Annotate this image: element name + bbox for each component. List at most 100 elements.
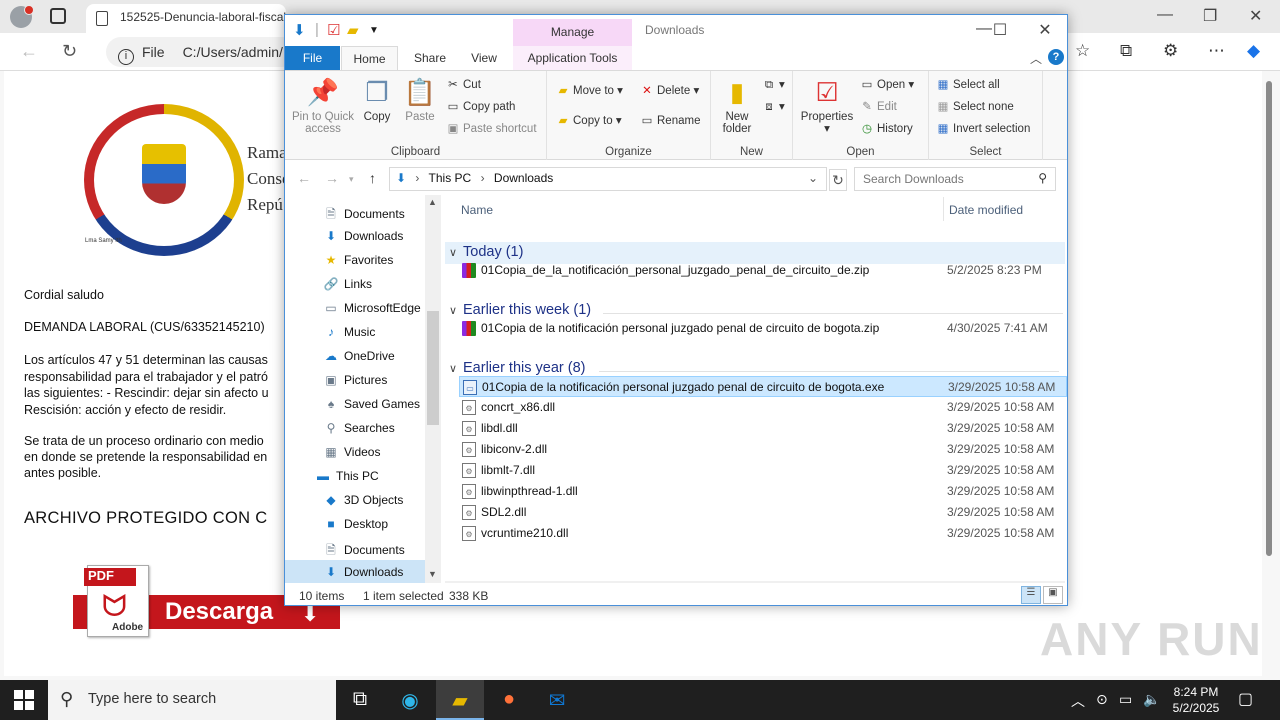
nav-item-favorites[interactable]: ★ Favorites xyxy=(285,248,425,272)
properties-button[interactable]: ☑ Properties ▾ xyxy=(799,77,855,135)
tab-actions-icon[interactable] xyxy=(50,8,66,24)
nav-item-downloads[interactable]: ⬇ Downloads xyxy=(285,560,425,584)
file-row[interactable]: ⚙ libdl.dll 3/29/2025 10:58 AM xyxy=(459,418,1067,439)
copy-button[interactable]: ❐ Copy xyxy=(359,77,395,123)
large-icons-view-icon[interactable]: ▣ xyxy=(1043,586,1063,604)
network-icon[interactable]: ▭ xyxy=(1119,691,1132,708)
column-date-header[interactable]: Date modified xyxy=(949,203,1023,217)
copilot-icon[interactable]: ◆ xyxy=(1247,41,1260,61)
forward-arrow-icon[interactable]: → xyxy=(325,170,339,186)
details-view-icon[interactable]: ☰ xyxy=(1021,586,1041,604)
tab-application-tools[interactable]: Application Tools xyxy=(513,46,632,70)
tab-view[interactable]: View xyxy=(459,46,509,70)
close-button[interactable]: ✕ xyxy=(1030,20,1060,40)
breadcrumb-downloads[interactable]: Downloads xyxy=(494,171,553,185)
invert-selection-button[interactable]: ▦ Invert selection xyxy=(935,121,1031,135)
notifications-icon[interactable]: ▢ xyxy=(1238,689,1253,709)
file-row[interactable]: 01Copia de la notificación personal juzg… xyxy=(459,318,1067,339)
pin-quick-access-button[interactable]: 📌 Pin to Quick access xyxy=(291,77,355,135)
path-bar[interactable]: ⬇ › This PC › Downloads ⌄ xyxy=(389,167,827,191)
rename-button[interactable]: ▭ Rename xyxy=(639,113,701,127)
new-folder-button[interactable]: ▮ New folder xyxy=(715,77,759,135)
more-menu-icon[interactable]: ⋯ xyxy=(1208,41,1225,61)
taskbar-search-input[interactable]: ⚲ Type here to search xyxy=(48,680,336,720)
profile-avatar[interactable] xyxy=(10,5,34,28)
browser-close-button[interactable]: ✕ xyxy=(1249,6,1262,26)
nav-item-pictures[interactable]: ▣ Pictures xyxy=(285,368,425,392)
properties-quick-icon[interactable]: ☑ xyxy=(327,21,340,39)
edge-browser-icon[interactable]: ◉ xyxy=(386,680,434,720)
open-button[interactable]: ▭ Open ▾ xyxy=(859,77,915,91)
file-row[interactable]: ⚙ libiconv-2.dll 3/29/2025 10:58 AM xyxy=(459,439,1067,460)
scroll-up-icon[interactable]: ▲ xyxy=(428,197,437,207)
new-item-button[interactable]: ⧉ ▾ xyxy=(761,77,785,92)
outlook-icon[interactable]: ✉ xyxy=(533,680,581,720)
cut-button[interactable]: ✂ Cut xyxy=(445,77,481,91)
nav-item-microsoftedge[interactable]: ▭ MicrosoftEdge xyxy=(285,296,425,320)
file-row[interactable]: ⚙ concrt_x86.dll 3/29/2025 10:58 AM xyxy=(459,397,1067,418)
collections-icon[interactable]: ⧉ xyxy=(1120,41,1132,61)
page-scrollbar[interactable] xyxy=(1262,71,1280,676)
nav-item-downloads[interactable]: ⬇ Downloads xyxy=(285,224,425,248)
favorite-star-icon[interactable]: ☆ xyxy=(1075,41,1090,61)
up-arrow-icon[interactable]: ↑ xyxy=(369,170,376,186)
move-to-button[interactable]: ▰ Move to ▾ xyxy=(555,83,623,97)
new-folder-quick-icon[interactable]: ▰ xyxy=(347,21,359,39)
easy-access-button[interactable]: ⧈ ▾ xyxy=(761,99,784,114)
volume-icon[interactable]: 🔈 xyxy=(1143,691,1160,708)
copy-path-button[interactable]: ▭ Copy path xyxy=(445,99,516,113)
nav-item-documents[interactable]: 🗎 Documents xyxy=(285,200,425,224)
browser-tab-active[interactable]: 152525-Denuncia-laboral-fiscal xyxy=(86,4,286,33)
delete-button[interactable]: ✕ Delete ▾ xyxy=(639,83,699,97)
tab-share[interactable]: Share xyxy=(405,46,455,70)
browser-restore-button[interactable]: ❐ xyxy=(1203,6,1217,26)
copy-to-button[interactable]: ▰ Copy to ▾ xyxy=(555,113,622,127)
search-input[interactable]: Search Downloads ⚲ xyxy=(854,167,1056,191)
scroll-down-icon[interactable]: ▼ xyxy=(428,569,437,579)
nav-item-documents[interactable]: 🗎 Documents xyxy=(285,536,425,560)
system-clock[interactable]: 8:24 PM 5/2/2025 xyxy=(1166,684,1226,716)
refresh-icon[interactable]: ↻ xyxy=(62,41,77,62)
nav-item-3d-objects[interactable]: ◆ 3D Objects xyxy=(285,488,425,512)
browser-minimize-button[interactable]: — xyxy=(1157,6,1173,24)
nav-item-desktop[interactable]: ■ Desktop xyxy=(285,512,425,536)
nav-item-saved-games[interactable]: ♠ Saved Games xyxy=(285,392,425,416)
edit-button[interactable]: ✎ Edit xyxy=(859,99,897,113)
tab-home[interactable]: Home xyxy=(341,46,398,70)
refresh-icon[interactable]: ↻ xyxy=(829,169,847,191)
breadcrumb-this-pc[interactable]: This PC xyxy=(429,171,472,185)
windows-start-icon[interactable] xyxy=(14,690,34,710)
nav-item-searches[interactable]: ⚲ Searches xyxy=(285,416,425,440)
column-name-header[interactable]: Name xyxy=(461,203,493,217)
firefox-icon[interactable]: ● xyxy=(485,680,533,720)
nav-item-onedrive[interactable]: ☁ OneDrive xyxy=(285,344,425,368)
file-row[interactable]: ⚙ libwinpthread-1.dll 3/29/2025 10:58 AM xyxy=(459,481,1067,502)
history-button[interactable]: ◷ History xyxy=(859,121,913,135)
paste-shortcut-button[interactable]: ▣ Paste shortcut xyxy=(445,121,537,135)
quick-access-arrow-icon[interactable]: ⬇ xyxy=(293,21,306,39)
info-icon[interactable]: i xyxy=(118,49,134,65)
extensions-icon[interactable]: ⚙ xyxy=(1163,41,1178,61)
file-row[interactable]: ⚙ libmlt-7.dll 3/29/2025 10:58 AM xyxy=(459,460,1067,481)
customize-dropdown-icon[interactable]: ▼ xyxy=(369,25,379,36)
nav-item-links[interactable]: 🔗 Links xyxy=(285,272,425,296)
address-bar[interactable]: i File C:/Users/admin/ xyxy=(106,37,296,67)
network-device-icon[interactable]: ⊙ xyxy=(1096,691,1108,708)
tab-file[interactable]: File xyxy=(285,46,340,70)
nav-scrollbar[interactable]: ▲ ▼ xyxy=(425,195,441,583)
file-row[interactable]: ⚙ SDL2.dll 3/29/2025 10:58 AM xyxy=(459,502,1067,523)
help-icon[interactable]: ? xyxy=(1048,49,1064,65)
paste-button[interactable]: 📋 Paste xyxy=(401,77,439,123)
recent-locations-icon[interactable]: ▾ xyxy=(349,174,354,185)
collapse-chevron-icon[interactable]: ∨ xyxy=(449,246,463,259)
file-row[interactable]: 01Copia_de_la_notificación_personal_juzg… xyxy=(459,260,1067,281)
file-row[interactable]: ▭ 01Copia de la notificación personal juz… xyxy=(459,376,1067,397)
maximize-button[interactable]: ☐ xyxy=(985,20,1015,40)
nav-item-videos[interactable]: ▦ Videos xyxy=(285,440,425,464)
back-arrow-icon[interactable]: ← xyxy=(20,41,38,62)
collapse-ribbon-icon[interactable]: ︿ xyxy=(1030,50,1042,67)
file-row[interactable]: ⚙ vcruntime210.dll 3/29/2025 10:58 AM xyxy=(459,523,1067,544)
show-hidden-icons-icon[interactable]: ︿ xyxy=(1071,691,1085,711)
file-explorer-icon[interactable]: ▰ xyxy=(436,680,484,720)
nav-item-music[interactable]: ♪ Music xyxy=(285,320,425,344)
